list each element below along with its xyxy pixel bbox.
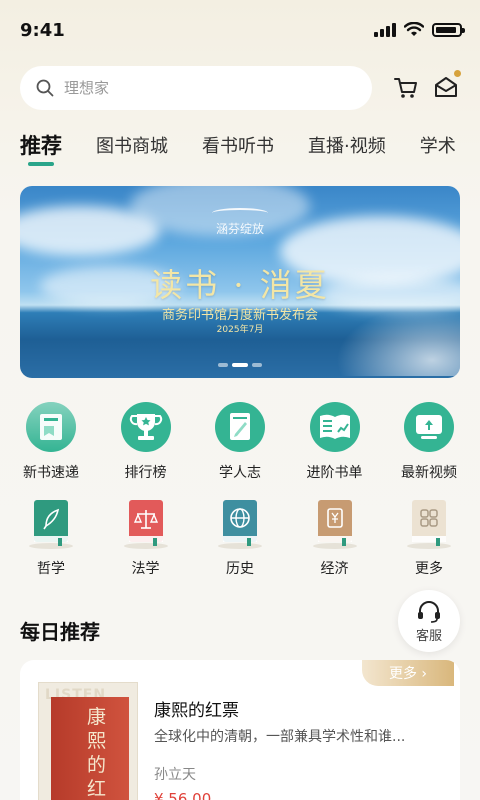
- tab-book-mall[interactable]: 图书商城: [96, 132, 168, 172]
- book-price: ¥ 56.00: [154, 790, 212, 800]
- status-bar: 9:41: [0, 0, 480, 62]
- book-author: 孙立天: [154, 767, 196, 783]
- economy-book-icon: [312, 500, 357, 549]
- quick-link-label: 排行榜: [124, 465, 167, 481]
- promo-banner[interactable]: 涵芬绽放 读书 · 消夏 商务印书馆月度新书发布会 2025年7月: [20, 186, 460, 378]
- history-book-icon: [218, 500, 262, 549]
- carousel-dots: [218, 363, 262, 367]
- banner-logo: 涵芬绽放: [210, 208, 270, 237]
- notification-dot: [454, 70, 461, 77]
- cart-icon[interactable]: [392, 74, 420, 102]
- category-history[interactable]: 历史: [195, 496, 285, 592]
- reading-list-icon: [309, 402, 360, 452]
- more-book-icon: [407, 500, 451, 549]
- quick-link-label: 进阶书单: [306, 465, 363, 481]
- quick-links-row: 新书速递 排行榜 学人志 进阶书单 最新视频: [0, 400, 480, 496]
- trophy-icon: [120, 402, 171, 452]
- status-time: 9:41: [20, 20, 65, 41]
- category-label: 法学: [131, 561, 160, 577]
- banner-title: 读书 · 消夏: [150, 266, 330, 304]
- category-label: 历史: [226, 561, 254, 577]
- quick-link-scholars[interactable]: 学人志: [195, 400, 285, 496]
- philosophy-book-icon: [29, 500, 73, 549]
- status-icons: [374, 22, 465, 38]
- tab-recommend[interactable]: 推荐: [20, 132, 62, 170]
- quick-link-new-books[interactable]: 新书速递: [6, 400, 96, 496]
- scholar-book-icon: [215, 402, 265, 452]
- battery-icon: [432, 23, 465, 37]
- customer-service-button[interactable]: 客服: [398, 590, 460, 652]
- daily-book-card[interactable]: 更多 › LISTEN 康熙的红票 康熙的红票 全球化中的清朝，一部兼具学术性和…: [20, 660, 460, 800]
- cover-title: 康熙的红票: [87, 706, 107, 800]
- new-book-icon: [26, 402, 76, 452]
- quick-link-ranking[interactable]: 排行榜: [101, 400, 191, 496]
- book-title[interactable]: 康熙的红票: [154, 696, 239, 721]
- category-label: 哲学: [37, 561, 65, 577]
- search-input[interactable]: [64, 79, 344, 97]
- category-more[interactable]: 更多: [384, 496, 474, 592]
- quick-link-label: 最新视频: [401, 465, 457, 481]
- banner-subtitle: 商务印书馆月度新书发布会: [161, 308, 318, 323]
- category-economy[interactable]: 经济: [290, 496, 380, 592]
- category-tabs: 推荐 图书商城 看书听书 直播·视频 学术: [20, 132, 480, 172]
- banner-date: 2025年7月: [216, 325, 264, 335]
- more-button[interactable]: 更多 ›: [362, 660, 454, 686]
- subject-categories-row: 哲学 法学 历史 经济 更多: [0, 496, 480, 592]
- wifi-icon: [404, 22, 424, 36]
- quick-link-label: 学人志: [219, 465, 261, 481]
- customer-service-label: 客服: [415, 628, 442, 644]
- feature-grid: 新书速递 排行榜 学人志 进阶书单 最新视频 哲学 法学 历史 经济 更多: [0, 400, 480, 592]
- quick-link-label: 新书速递: [23, 465, 79, 481]
- tab-academic[interactable]: 学术: [420, 132, 456, 172]
- category-label: 经济: [320, 561, 349, 577]
- message-icon[interactable]: [432, 74, 460, 102]
- law-book-icon: [123, 500, 168, 549]
- video-icon: [404, 402, 454, 452]
- category-philosophy[interactable]: 哲学: [6, 496, 96, 592]
- headset-icon: [418, 600, 440, 623]
- signal-icon: [374, 23, 396, 37]
- tab-read-listen[interactable]: 看书听书: [202, 132, 274, 172]
- tab-live-video[interactable]: 直播·视频: [308, 132, 386, 172]
- book-description: 全球化中的清朝，一部兼具学术性和谁...: [154, 729, 406, 745]
- category-label: 更多: [415, 561, 443, 577]
- search-row: [20, 66, 461, 110]
- quick-link-latest-video[interactable]: 最新视频: [384, 400, 474, 496]
- book-cover[interactable]: LISTEN 康熙的红票: [38, 682, 138, 800]
- category-law[interactable]: 法学: [101, 496, 191, 592]
- daily-recommend-title: 每日推荐: [20, 620, 100, 644]
- search-icon: [36, 79, 54, 97]
- search-box[interactable]: [20, 66, 372, 110]
- quick-link-reading-list[interactable]: 进阶书单: [290, 400, 380, 496]
- banner-logo-text: 涵芬绽放: [215, 222, 264, 236]
